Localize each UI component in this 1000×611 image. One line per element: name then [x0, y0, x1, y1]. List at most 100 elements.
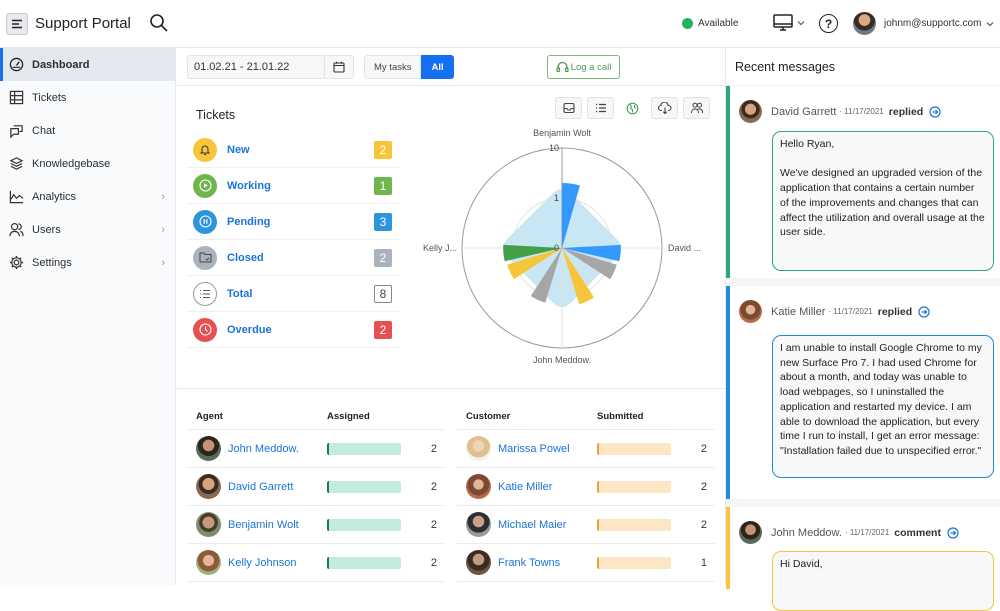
- top-bar: Support Portal Available ? johnm@support…: [0, 0, 1000, 48]
- help-button[interactable]: ?: [819, 14, 838, 33]
- clock-icon: [193, 317, 217, 342]
- filter-my-tasks[interactable]: My tasks: [364, 55, 422, 79]
- table-row[interactable]: Benjamin Wolt 2: [187, 506, 445, 544]
- table-row[interactable]: David Garrett 2: [187, 468, 445, 506]
- device-selector[interactable]: [773, 14, 805, 32]
- headset-icon: [556, 61, 569, 73]
- column-header-agent: Agent: [196, 411, 223, 422]
- message-body: Hi David,: [772, 551, 994, 611]
- availability-status[interactable]: Available: [682, 18, 738, 29]
- message-accent: [726, 86, 730, 278]
- person-name-link[interactable]: Frank Towns: [498, 557, 598, 569]
- person-name-link[interactable]: John Meddow.: [228, 443, 328, 455]
- arrow-right-circle-icon[interactable]: [947, 526, 959, 539]
- list-icon: [193, 281, 217, 306]
- status-count: 2: [374, 140, 392, 159]
- sidebar-item-settings[interactable]: Settings ›: [0, 246, 175, 279]
- chat-icon: [10, 125, 23, 138]
- customers-table: Customer Submitted Marissa Powel 2 Katie…: [457, 404, 715, 582]
- sidebar-item-analytics[interactable]: Analytics ›: [0, 180, 175, 213]
- count-bar: [597, 442, 671, 455]
- table-row[interactable]: John Meddow. 2: [187, 430, 445, 468]
- axis-label: Benjamin Wolt: [533, 128, 591, 138]
- avatar: [739, 100, 762, 123]
- search-icon[interactable]: [149, 13, 169, 33]
- folder-check-icon: [193, 245, 217, 270]
- avatar: [466, 550, 491, 575]
- list-view-button[interactable]: [587, 97, 614, 119]
- sidebar-item-tickets[interactable]: Tickets: [0, 81, 175, 114]
- agents-header: Agent Assigned: [187, 404, 445, 430]
- calendar-icon: [333, 61, 345, 73]
- table-row[interactable]: Marissa Powel 2: [457, 430, 715, 468]
- message-item: Katie Miller · 11/17/2021 replied I am u…: [726, 278, 1000, 499]
- ticket-status-total[interactable]: Total 8: [187, 276, 399, 312]
- globe-button[interactable]: [619, 97, 646, 119]
- recent-messages-panel: Recent messages David Garrett · 11/17/20…: [725, 48, 1000, 611]
- arrow-right-circle-icon[interactable]: [929, 105, 941, 118]
- group-icon: [690, 102, 703, 114]
- tickets-panel: Tickets New 2 Working 1 Pending 3 Closed…: [177, 87, 725, 389]
- radial-tick-label: 10: [549, 143, 559, 153]
- count-bar: [597, 518, 671, 531]
- chevron-down-icon: [986, 21, 994, 26]
- arrow-right-circle-icon[interactable]: [918, 305, 930, 318]
- list-icon: [595, 103, 606, 113]
- ticket-status-new[interactable]: New 2: [187, 132, 399, 168]
- table-row[interactable]: Frank Towns 1: [457, 544, 715, 582]
- status-count: 1: [374, 176, 392, 195]
- status-count: 3: [374, 212, 392, 231]
- sidebar-item-users[interactable]: Users ›: [0, 213, 175, 246]
- table-row[interactable]: Michael Maier 2: [457, 506, 715, 544]
- ticket-status-overdue[interactable]: Overdue 2: [187, 312, 399, 348]
- message-item: David Garrett · 11/17/2021 replied Hello…: [726, 86, 1000, 278]
- table-icon: [9, 90, 24, 105]
- cloud-download-icon: [657, 102, 672, 114]
- ticket-status-list: New 2 Working 1 Pending 3 Closed 2 Total…: [187, 132, 399, 348]
- ticket-status-pending[interactable]: Pending 3: [187, 204, 399, 240]
- users-icon: [9, 222, 24, 237]
- calendar-button[interactable]: [324, 55, 354, 79]
- inbox-button[interactable]: [555, 97, 582, 119]
- sidebar-item-dashboard[interactable]: Dashboard: [0, 48, 175, 81]
- count-value: 2: [430, 480, 437, 493]
- filter-all[interactable]: All: [421, 55, 454, 79]
- pause-icon: [193, 209, 217, 234]
- polar-chart: 0 1 10 Benjamin Wolt David ... John Meddow. Ke…: [423, 128, 701, 365]
- log-call-label: Log a call: [570, 61, 612, 73]
- cloud-download-button[interactable]: [651, 97, 678, 119]
- table-row[interactable]: Katie Miller 2: [457, 468, 715, 506]
- axis-label: Kelly J...: [423, 243, 457, 253]
- date-range-field[interactable]: 01.02.21 - 21.01.22: [187, 55, 325, 79]
- person-name-link[interactable]: Katie Miller: [498, 481, 598, 493]
- chart-icon: [9, 190, 24, 204]
- avatar: [466, 436, 491, 461]
- message-action: replied: [888, 105, 924, 118]
- group-button[interactable]: [683, 97, 710, 119]
- avatar: [196, 436, 221, 461]
- recent-messages-title: Recent messages: [726, 48, 1000, 86]
- count-bar: [327, 480, 401, 493]
- table-row[interactable]: Kelly Johnson 2: [187, 544, 445, 582]
- ticket-status-working[interactable]: Working 1: [187, 168, 399, 204]
- menu-toggle-button[interactable]: [6, 13, 28, 35]
- person-name-link[interactable]: Michael Maier: [498, 519, 598, 531]
- ticket-status-closed[interactable]: Closed 2: [187, 240, 399, 276]
- person-name-link[interactable]: Marissa Powel: [498, 443, 598, 455]
- globe-icon: [626, 102, 639, 114]
- person-name-link[interactable]: David Garrett: [228, 481, 328, 493]
- status-label: Total: [227, 287, 253, 300]
- person-name-link[interactable]: Benjamin Wolt: [228, 519, 328, 531]
- sidebar-item-chat[interactable]: Chat: [0, 114, 175, 147]
- sidebar-item-knowledgebase[interactable]: Knowledgebase: [0, 147, 175, 180]
- user-menu[interactable]: johnm@supportc.com: [853, 12, 994, 35]
- inbox-icon: [562, 102, 575, 114]
- chevron-right-icon: ›: [161, 190, 165, 203]
- summary-tables: Agent Assigned John Meddow. 2 David Garr…: [177, 390, 725, 585]
- message-date: · 11/17/2021: [839, 107, 884, 116]
- status-label: Available: [698, 18, 739, 29]
- message-author: Katie Miller: [771, 305, 826, 318]
- status-dot: [682, 18, 693, 29]
- person-name-link[interactable]: Kelly Johnson: [228, 557, 328, 569]
- log-call-button[interactable]: Log a call: [547, 55, 620, 79]
